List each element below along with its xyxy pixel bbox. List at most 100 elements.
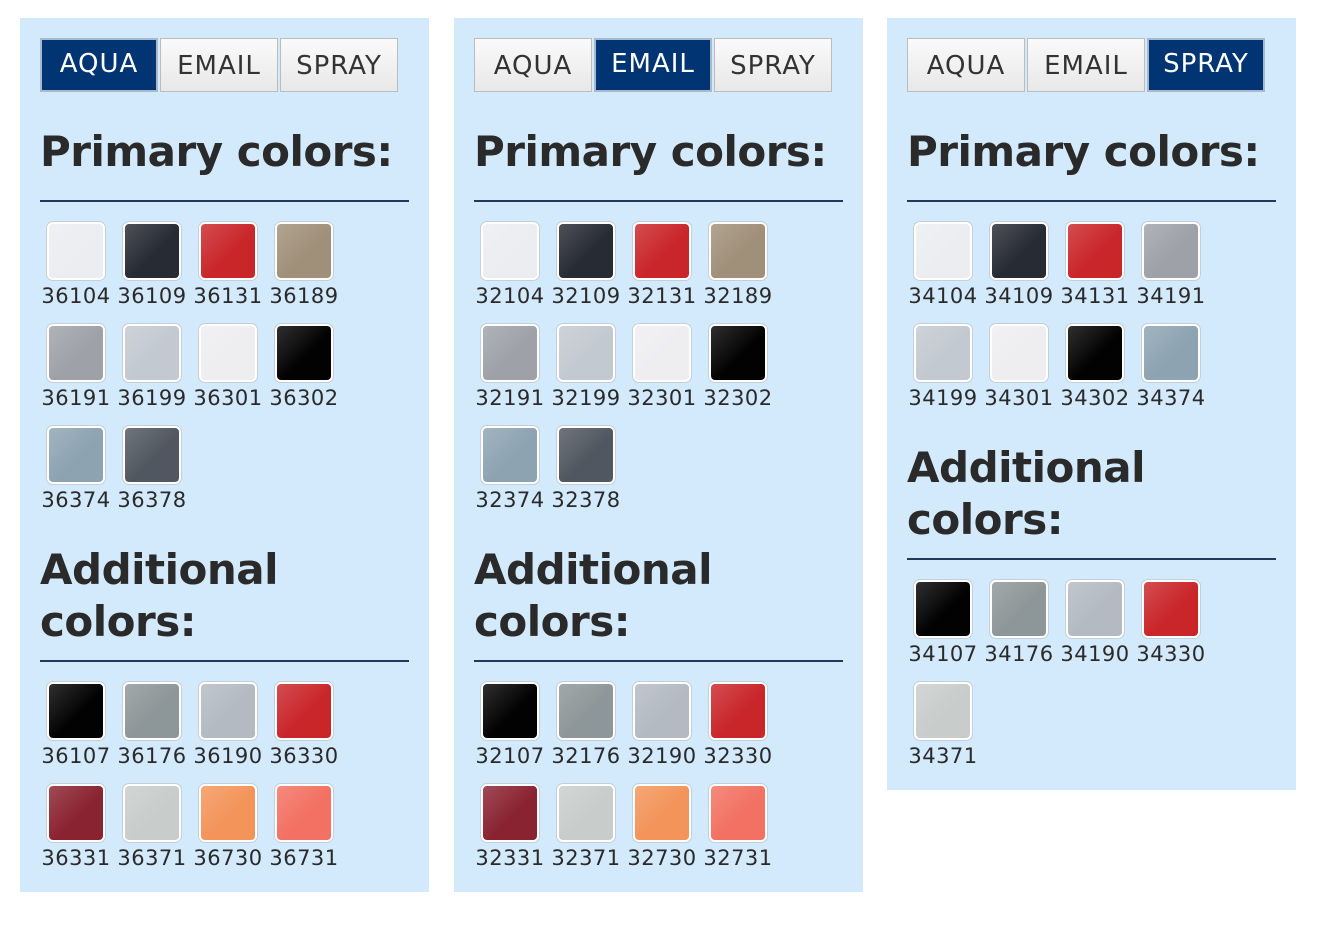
color-swatch[interactable]: 34302 <box>1060 324 1129 414</box>
color-swatch[interactable]: 34104 <box>908 222 977 312</box>
color-chip[interactable] <box>47 324 105 382</box>
color-swatch[interactable]: 32374 <box>475 426 544 516</box>
color-chip[interactable] <box>990 222 1048 280</box>
color-swatch[interactable]: 34330 <box>1136 580 1205 670</box>
color-chip[interactable] <box>557 784 615 842</box>
color-swatch[interactable]: 32378 <box>551 426 620 516</box>
color-swatch[interactable]: 32371 <box>551 784 620 874</box>
color-swatch[interactable]: 36302 <box>269 324 338 414</box>
color-swatch[interactable]: 32109 <box>551 222 620 312</box>
tab-email[interactable]: EMAIL <box>160 38 278 92</box>
color-swatch[interactable]: 34371 <box>908 682 977 772</box>
color-chip[interactable] <box>914 682 972 740</box>
color-swatch[interactable]: 32189 <box>703 222 772 312</box>
tab-aqua[interactable]: AQUA <box>474 38 592 92</box>
color-swatch[interactable]: 32730 <box>627 784 696 874</box>
color-chip[interactable] <box>990 580 1048 638</box>
color-chip[interactable] <box>557 426 615 484</box>
color-chip[interactable] <box>990 324 1048 382</box>
color-chip[interactable] <box>1066 222 1124 280</box>
color-swatch[interactable]: 32331 <box>475 784 544 874</box>
color-swatch[interactable]: 34107 <box>908 580 977 670</box>
color-chip[interactable] <box>123 426 181 484</box>
color-chip[interactable] <box>199 222 257 280</box>
color-chip[interactable] <box>1066 324 1124 382</box>
color-chip[interactable] <box>1066 580 1124 638</box>
color-swatch[interactable]: 36107 <box>41 682 110 772</box>
color-swatch[interactable]: 36176 <box>117 682 186 772</box>
color-chip[interactable] <box>1142 580 1200 638</box>
color-chip[interactable] <box>709 324 767 382</box>
color-chip[interactable] <box>481 426 539 484</box>
color-swatch[interactable]: 36104 <box>41 222 110 312</box>
color-swatch[interactable]: 34176 <box>984 580 1053 670</box>
color-swatch[interactable]: 32107 <box>475 682 544 772</box>
color-swatch[interactable]: 36331 <box>41 784 110 874</box>
color-swatch[interactable]: 36189 <box>269 222 338 312</box>
color-chip[interactable] <box>275 222 333 280</box>
color-swatch[interactable]: 32731 <box>703 784 772 874</box>
color-swatch[interactable]: 36199 <box>117 324 186 414</box>
color-chip[interactable] <box>199 682 257 740</box>
color-swatch[interactable]: 36374 <box>41 426 110 516</box>
color-swatch[interactable]: 36131 <box>193 222 262 312</box>
color-chip[interactable] <box>557 222 615 280</box>
color-chip[interactable] <box>481 682 539 740</box>
color-chip[interactable] <box>709 784 767 842</box>
color-chip[interactable] <box>633 682 691 740</box>
color-chip[interactable] <box>557 324 615 382</box>
color-swatch[interactable]: 36731 <box>269 784 338 874</box>
tab-email[interactable]: EMAIL <box>594 38 712 92</box>
tab-aqua[interactable]: AQUA <box>907 38 1025 92</box>
color-chip[interactable] <box>709 682 767 740</box>
color-chip[interactable] <box>633 784 691 842</box>
color-swatch[interactable]: 32199 <box>551 324 620 414</box>
color-chip[interactable] <box>1142 222 1200 280</box>
color-swatch[interactable]: 34190 <box>1060 580 1129 670</box>
color-swatch[interactable]: 36371 <box>117 784 186 874</box>
color-chip[interactable] <box>481 222 539 280</box>
tab-aqua[interactable]: AQUA <box>40 38 158 92</box>
color-swatch[interactable]: 32190 <box>627 682 696 772</box>
color-swatch[interactable]: 34131 <box>1060 222 1129 312</box>
tab-spray[interactable]: SPRAY <box>1147 38 1265 92</box>
color-swatch[interactable]: 32131 <box>627 222 696 312</box>
color-chip[interactable] <box>47 682 105 740</box>
color-chip[interactable] <box>275 784 333 842</box>
color-chip[interactable] <box>47 784 105 842</box>
color-swatch[interactable]: 34301 <box>984 324 1053 414</box>
color-chip[interactable] <box>481 784 539 842</box>
color-swatch[interactable]: 32104 <box>475 222 544 312</box>
color-chip[interactable] <box>123 682 181 740</box>
color-swatch[interactable]: 34199 <box>908 324 977 414</box>
color-chip[interactable] <box>914 324 972 382</box>
color-chip[interactable] <box>47 426 105 484</box>
color-chip[interactable] <box>199 324 257 382</box>
color-swatch[interactable]: 32191 <box>475 324 544 414</box>
color-swatch[interactable]: 36330 <box>269 682 338 772</box>
color-chip[interactable] <box>123 324 181 382</box>
color-chip[interactable] <box>481 324 539 382</box>
color-swatch[interactable]: 36109 <box>117 222 186 312</box>
color-chip[interactable] <box>709 222 767 280</box>
color-chip[interactable] <box>914 580 972 638</box>
color-chip[interactable] <box>123 222 181 280</box>
color-swatch[interactable]: 34374 <box>1136 324 1205 414</box>
color-swatch[interactable]: 32176 <box>551 682 620 772</box>
color-swatch[interactable]: 36190 <box>193 682 262 772</box>
color-chip[interactable] <box>633 324 691 382</box>
color-chip[interactable] <box>275 682 333 740</box>
color-swatch[interactable]: 36378 <box>117 426 186 516</box>
color-chip[interactable] <box>914 222 972 280</box>
color-swatch[interactable]: 36191 <box>41 324 110 414</box>
color-swatch[interactable]: 36730 <box>193 784 262 874</box>
color-swatch[interactable]: 36301 <box>193 324 262 414</box>
color-swatch[interactable]: 32302 <box>703 324 772 414</box>
tab-spray[interactable]: SPRAY <box>280 38 398 92</box>
color-swatch[interactable]: 34109 <box>984 222 1053 312</box>
color-chip[interactable] <box>123 784 181 842</box>
tab-spray[interactable]: SPRAY <box>714 38 832 92</box>
color-chip[interactable] <box>557 682 615 740</box>
color-chip[interactable] <box>47 222 105 280</box>
color-chip[interactable] <box>633 222 691 280</box>
